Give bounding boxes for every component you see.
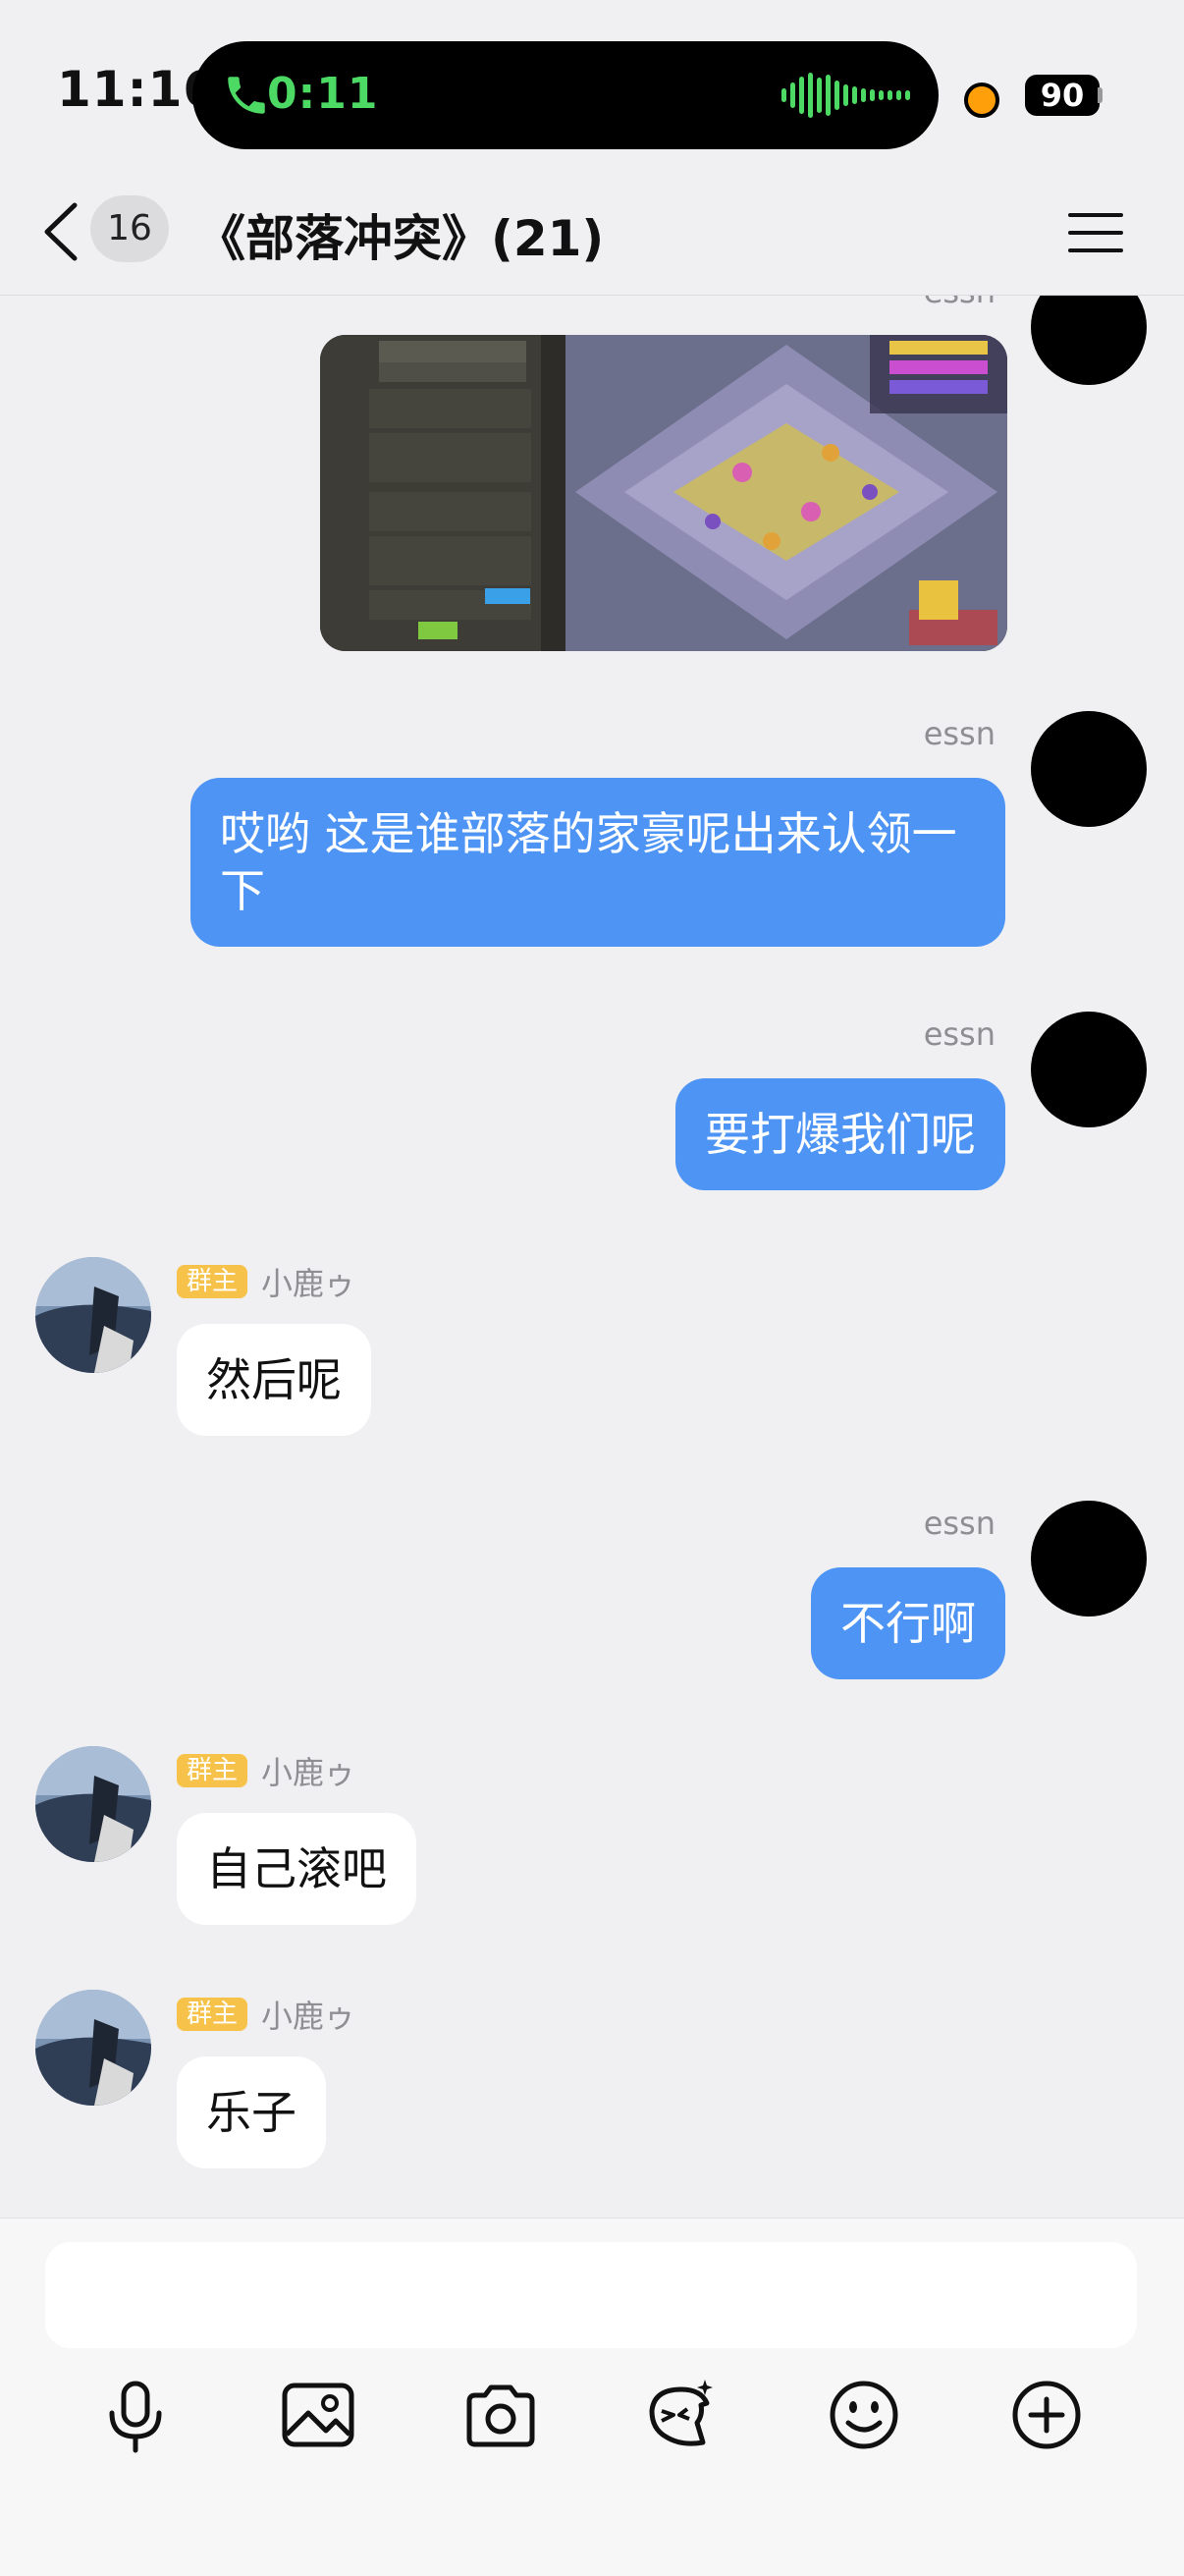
sender-name: essn <box>923 1015 996 1053</box>
menu-icon[interactable] <box>1068 209 1123 256</box>
avatar-photo-image <box>35 1257 151 1373</box>
message-bubble[interactable]: 不行啊 <box>811 1567 1005 1679</box>
sender-name: 小鹿ゥ <box>261 1998 356 2035</box>
message-bubble[interactable]: 自己滚吧 <box>177 1813 416 1925</box>
sender-name: 小鹿ゥ <box>261 1265 356 1302</box>
group-owner-badge: 群主 <box>177 1754 248 1787</box>
message-bubble[interactable]: 哎哟 这是谁部落的家豪呢出来认领一下 <box>190 778 1005 947</box>
battery-tip <box>1098 87 1103 103</box>
microphone-icon[interactable] <box>96 2376 175 2454</box>
recording-indicator-icon <box>964 82 999 118</box>
avatar-photo-image <box>35 1746 151 1862</box>
avatar[interactable] <box>35 1257 151 1373</box>
avatar-photo-image <box>35 1990 151 2106</box>
sender-info: 群主 小鹿ゥ <box>177 1748 355 1793</box>
camera-icon[interactable] <box>461 2376 540 2454</box>
image-icon[interactable] <box>279 2376 357 2454</box>
group-owner-badge: 群主 <box>177 1265 248 1298</box>
message-bubble[interactable]: 然后呢 <box>177 1324 371 1436</box>
avatar[interactable] <box>35 1746 151 1862</box>
back-chevron-icon[interactable] <box>41 201 81 262</box>
chat-title[interactable]: 《部落冲突》(21) <box>196 199 604 270</box>
avatar[interactable] <box>1031 711 1147 827</box>
sender-name: essn <box>923 715 996 752</box>
message-bubble[interactable]: 要打爆我们呢 <box>675 1078 1005 1190</box>
nav-bar: 16 《部落冲突》(21) <box>0 172 1184 296</box>
group-owner-badge: 群主 <box>177 1998 248 2031</box>
unread-count-badge[interactable]: 16 <box>90 195 169 262</box>
avatar[interactable] <box>1031 1012 1147 1127</box>
sender-name: 小鹿ゥ <box>261 1754 356 1791</box>
audio-wave-icon <box>781 71 910 120</box>
avatar[interactable] <box>1031 1501 1147 1617</box>
call-duration: 0:11 <box>267 69 379 119</box>
phone-icon <box>228 77 265 114</box>
message-bubble[interactable]: 乐子 <box>177 2056 326 2168</box>
input-area <box>0 2218 1184 2576</box>
sender-info: 群主 小鹿ゥ <box>177 1992 355 2037</box>
dynamic-island[interactable]: 0:11 <box>192 41 939 149</box>
plus-icon[interactable] <box>1007 2376 1086 2454</box>
sticker-icon[interactable] <box>642 2376 721 2454</box>
message-input[interactable] <box>45 2242 1137 2348</box>
sender-name: essn <box>923 1505 996 1542</box>
avatar[interactable] <box>35 1990 151 2106</box>
battery-indicator: 90 <box>1025 75 1100 116</box>
emoji-icon[interactable] <box>825 2376 903 2454</box>
game-screenshot-image <box>320 335 1007 651</box>
image-message[interactable] <box>320 335 1007 651</box>
sender-info: 群主 小鹿ゥ <box>177 1259 355 1304</box>
